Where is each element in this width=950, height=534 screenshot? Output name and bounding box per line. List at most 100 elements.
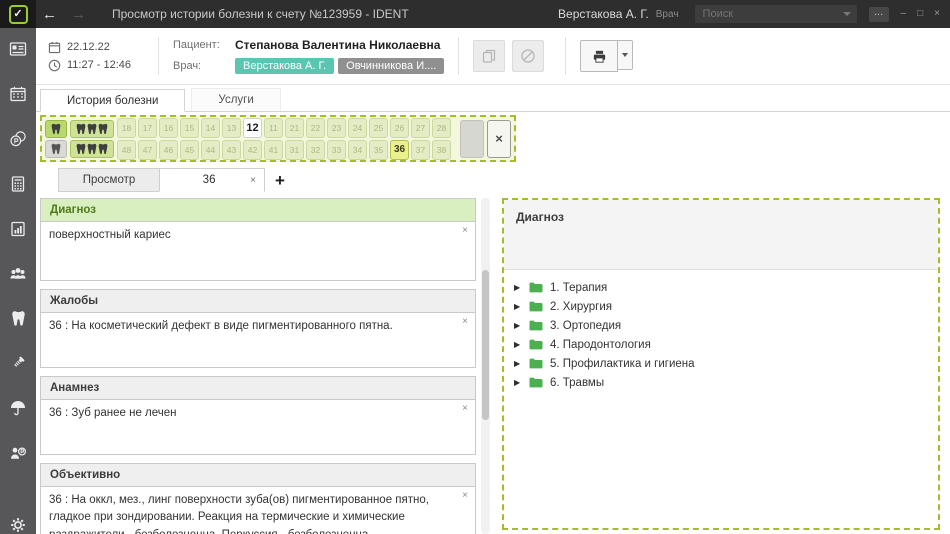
search-input[interactable] — [701, 7, 843, 21]
current-user-name[interactable]: Верстакова А. Г. — [558, 7, 649, 21]
tooth-button-48[interactable]: 48 — [117, 140, 136, 160]
tooth-icon — [11, 310, 26, 327]
umbrella-icon — [9, 399, 27, 417]
tooth-button-32[interactable]: 32 — [306, 140, 325, 160]
add-tab-button[interactable]: + — [275, 172, 285, 192]
tooth-button-21[interactable]: 21 — [285, 118, 304, 138]
tooth-button-36[interactable]: 36 — [390, 140, 409, 160]
maximize-button[interactable]: □ — [917, 9, 923, 19]
sidebar-item-cashdesk[interactable] — [8, 175, 28, 193]
tooth-button-13[interactable]: 13 — [222, 118, 241, 138]
tooth-button-46[interactable]: 46 — [159, 140, 178, 160]
close-tab-icon[interactable]: × — [250, 175, 256, 186]
tooth-button-18[interactable]: 18 — [117, 118, 136, 138]
clear-field-icon[interactable]: × — [462, 491, 468, 501]
expand-arrow-icon[interactable]: ▶ — [514, 302, 522, 311]
tooth-button-26[interactable]: 26 — [390, 118, 409, 138]
sidebar-item-patient-card[interactable] — [8, 40, 28, 58]
app-logo: ✓ — [0, 0, 36, 28]
close-teeth-strip-button[interactable]: × — [487, 120, 511, 158]
sidebar-item-insurance[interactable] — [8, 399, 28, 417]
tab-history[interactable]: История болезни — [40, 89, 185, 112]
tree-item[interactable]: ▶5. Профилактика и гигиена — [514, 354, 928, 373]
tooth-button-24[interactable]: 24 — [348, 118, 367, 138]
tooth-button-33[interactable]: 33 — [327, 140, 346, 160]
reports-icon — [9, 220, 27, 238]
tooth-button-38[interactable]: 38 — [432, 140, 451, 160]
tooth-button-22[interactable]: 22 — [306, 118, 325, 138]
tooth-button-43[interactable]: 43 — [222, 140, 241, 160]
tab-services[interactable]: Услуги — [191, 88, 280, 111]
tooth-button-47[interactable]: 47 — [138, 140, 157, 160]
tooth-button-11[interactable]: 11 — [264, 118, 283, 138]
tooth-button-31[interactable]: 31 — [285, 140, 304, 160]
tooth-button-37[interactable]: 37 — [411, 140, 430, 160]
tab-history-label: История болезни — [67, 95, 158, 107]
tooth-button-44[interactable]: 44 — [201, 140, 220, 160]
sidebar-item-reports[interactable] — [8, 220, 28, 238]
section-complaints-body[interactable]: 36 : На косметический дефект в виде пигм… — [41, 313, 475, 367]
sidebar-item-staff[interactable] — [8, 265, 28, 283]
clear-field-icon[interactable]: × — [462, 404, 468, 414]
tooth-button-15[interactable]: 15 — [180, 118, 199, 138]
expand-arrow-icon[interactable]: ▶ — [514, 321, 522, 330]
clear-field-icon[interactable]: × — [462, 317, 468, 327]
clear-field-icon[interactable]: × — [462, 226, 468, 236]
tooth-button-23[interactable]: 23 — [327, 118, 346, 138]
minimize-button[interactable]: – — [901, 9, 907, 19]
search-box[interactable] — [695, 5, 857, 23]
tooth-button-34[interactable]: 34 — [348, 140, 367, 160]
tab-tooth-36[interactable]: 36 × — [159, 168, 265, 192]
sidebar-item-settings[interactable] — [8, 516, 28, 534]
app-window: ✓ ← → Просмотр истории болезни к счету №… — [0, 0, 950, 534]
single-tooth-lower-button[interactable] — [45, 140, 67, 158]
sidebar-item-dental[interactable] — [8, 310, 28, 327]
section-diagnosis-body[interactable]: поверхностный кариес × — [41, 222, 475, 280]
form-scrollbar[interactable] — [481, 198, 490, 534]
upper-jaw-button[interactable] — [70, 120, 114, 138]
tooth-button-42[interactable]: 42 — [243, 140, 262, 160]
lower-jaw-button[interactable] — [70, 140, 114, 158]
tooth-button-17[interactable]: 17 — [138, 118, 157, 138]
chevron-down-icon[interactable] — [843, 12, 851, 16]
print-options-button[interactable] — [618, 40, 633, 70]
prohibition-icon — [520, 48, 536, 64]
sidebar-item-salary[interactable] — [8, 444, 28, 462]
tree-item[interactable]: ▶4. Пародонтология — [514, 335, 928, 354]
expand-arrow-icon[interactable]: ▶ — [514, 378, 522, 387]
expand-arrow-icon[interactable]: ▶ — [514, 283, 522, 292]
tooth-button-25[interactable]: 25 — [369, 118, 388, 138]
doctor-badge[interactable]: Овчинникова И.... — [338, 58, 444, 74]
sidebar-item-payments[interactable] — [8, 130, 28, 148]
back-arrow-icon[interactable]: ← — [42, 7, 57, 22]
doctor-badge[interactable]: Верстакова А. Г. — [235, 58, 334, 74]
expand-arrow-icon[interactable]: ▶ — [514, 359, 522, 368]
tooth-button-16[interactable]: 16 — [159, 118, 178, 138]
tooth-button-45[interactable]: 45 — [180, 140, 199, 160]
scrollbar-thumb[interactable] — [482, 270, 489, 420]
section-title: Диагноз — [50, 204, 96, 216]
tooth-button-14[interactable]: 14 — [201, 118, 220, 138]
sidebar-item-implants[interactable] — [8, 354, 28, 372]
close-button[interactable]: × — [934, 9, 940, 19]
print-button[interactable] — [580, 40, 618, 72]
tree-item[interactable]: ▶6. Травмы — [514, 373, 928, 392]
tooth-button-28[interactable]: 28 — [432, 118, 451, 138]
tooth-button-41[interactable]: 41 — [264, 140, 283, 160]
more-options-button[interactable]: ... — [869, 7, 889, 22]
section-anamnesis-body[interactable]: 36 : Зуб ранее не лечен × — [41, 400, 475, 454]
section-objective-body[interactable]: 36 : На оккл, мез., линг поверхности зуб… — [41, 487, 475, 534]
documents-button — [473, 40, 505, 72]
sidebar-item-schedule[interactable] — [8, 85, 28, 103]
expand-arrow-icon[interactable]: ▶ — [514, 340, 522, 349]
tree-item[interactable]: ▶1. Терапия — [514, 278, 928, 297]
tooth-button-27[interactable]: 27 — [411, 118, 430, 138]
tooth-button-12[interactable]: 12 — [243, 118, 262, 138]
tree-item[interactable]: ▶2. Хирургия — [514, 297, 928, 316]
tab-view[interactable]: Просмотр — [58, 168, 160, 192]
implant-icon — [9, 354, 27, 372]
tree-item[interactable]: ▶3. Ортопедия — [514, 316, 928, 335]
diagnosis-panel-header: Диагноз — [504, 200, 938, 270]
single-tooth-upper-button[interactable] — [45, 120, 67, 138]
tooth-button-35[interactable]: 35 — [369, 140, 388, 160]
